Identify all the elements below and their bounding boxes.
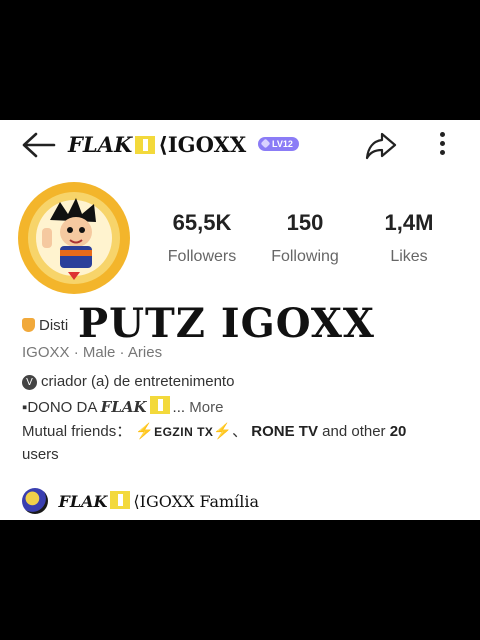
category-text: criador (a) de entretenimento: [41, 373, 235, 390]
likes-stat[interactable]: 1,4M Likes: [359, 210, 459, 266]
title-part2: IGOXX: [167, 132, 247, 157]
avatar[interactable]: [16, 180, 132, 296]
likes-label: Likes: [390, 248, 428, 265]
bio-row: ▪DONO DA FLAK... More: [22, 396, 224, 416]
following-stat[interactable]: 150 Following: [255, 210, 355, 266]
verified-v-icon: V: [22, 375, 37, 390]
likes-count: 1,4M: [384, 210, 434, 235]
badge-text: Disti: [39, 317, 69, 334]
mutual-friends-row[interactable]: Mutual friends： ⚡EGZIN TX⚡、 RONE TV and …: [22, 420, 406, 441]
family-label: Família: [199, 492, 260, 511]
lightning-icon: ⚡: [213, 423, 233, 440]
badge-shield-icon: [22, 318, 35, 332]
level-badge: LV12: [258, 137, 299, 151]
zodiac: Aries: [127, 344, 163, 361]
top-bar: FLAK ⟨IGOXX LV12: [0, 120, 480, 172]
family-avatar: [22, 488, 48, 514]
profile-title: FLAK ⟨IGOXX: [68, 132, 247, 157]
mutual-label: Mutual friends：: [22, 423, 132, 440]
username: IGOXX: [22, 344, 70, 361]
following-label: Following: [271, 248, 339, 265]
following-count: 150: [286, 210, 324, 235]
flag-icon: [149, 396, 170, 414]
badge-row: Disti: [22, 317, 68, 334]
flag-icon: [135, 136, 156, 154]
family-name: FLAK ⟨IGOXX Família: [58, 491, 260, 511]
profile-screen: FLAK ⟨IGOXX LV12 65,5K Followers 150 Foll…: [0, 120, 480, 520]
overlay-caption: PUTZ IGOXX: [78, 300, 375, 347]
followers-stat[interactable]: 65,5K Followers: [152, 210, 252, 266]
more-vertical-icon[interactable]: [432, 128, 452, 164]
followers-count: 65,5K: [172, 210, 232, 235]
title-part1: FLAK: [68, 132, 133, 157]
followers-label: Followers: [167, 248, 237, 265]
mutual-count: 20: [389, 423, 407, 440]
lightning-icon: ⚡: [135, 423, 155, 440]
more-link[interactable]: More: [189, 399, 223, 416]
arrow-left-icon[interactable]: [20, 130, 56, 160]
flag-icon: [110, 491, 131, 509]
family-row[interactable]: FLAK ⟨IGOXX Família: [22, 488, 259, 518]
user-meta: IGOXX · Male · Aries: [22, 344, 163, 361]
mutual-friend-2: RONE TV: [251, 423, 318, 440]
mutual-suffix: users: [22, 446, 59, 463]
bio-name: FLAK: [100, 398, 147, 416]
share-arrow-icon[interactable]: [364, 130, 398, 162]
mutual-friend-1: EGZIN TX: [154, 425, 214, 439]
gender: Male: [82, 344, 116, 361]
category-row: Vcriador (a) de entretenimento: [22, 373, 234, 390]
